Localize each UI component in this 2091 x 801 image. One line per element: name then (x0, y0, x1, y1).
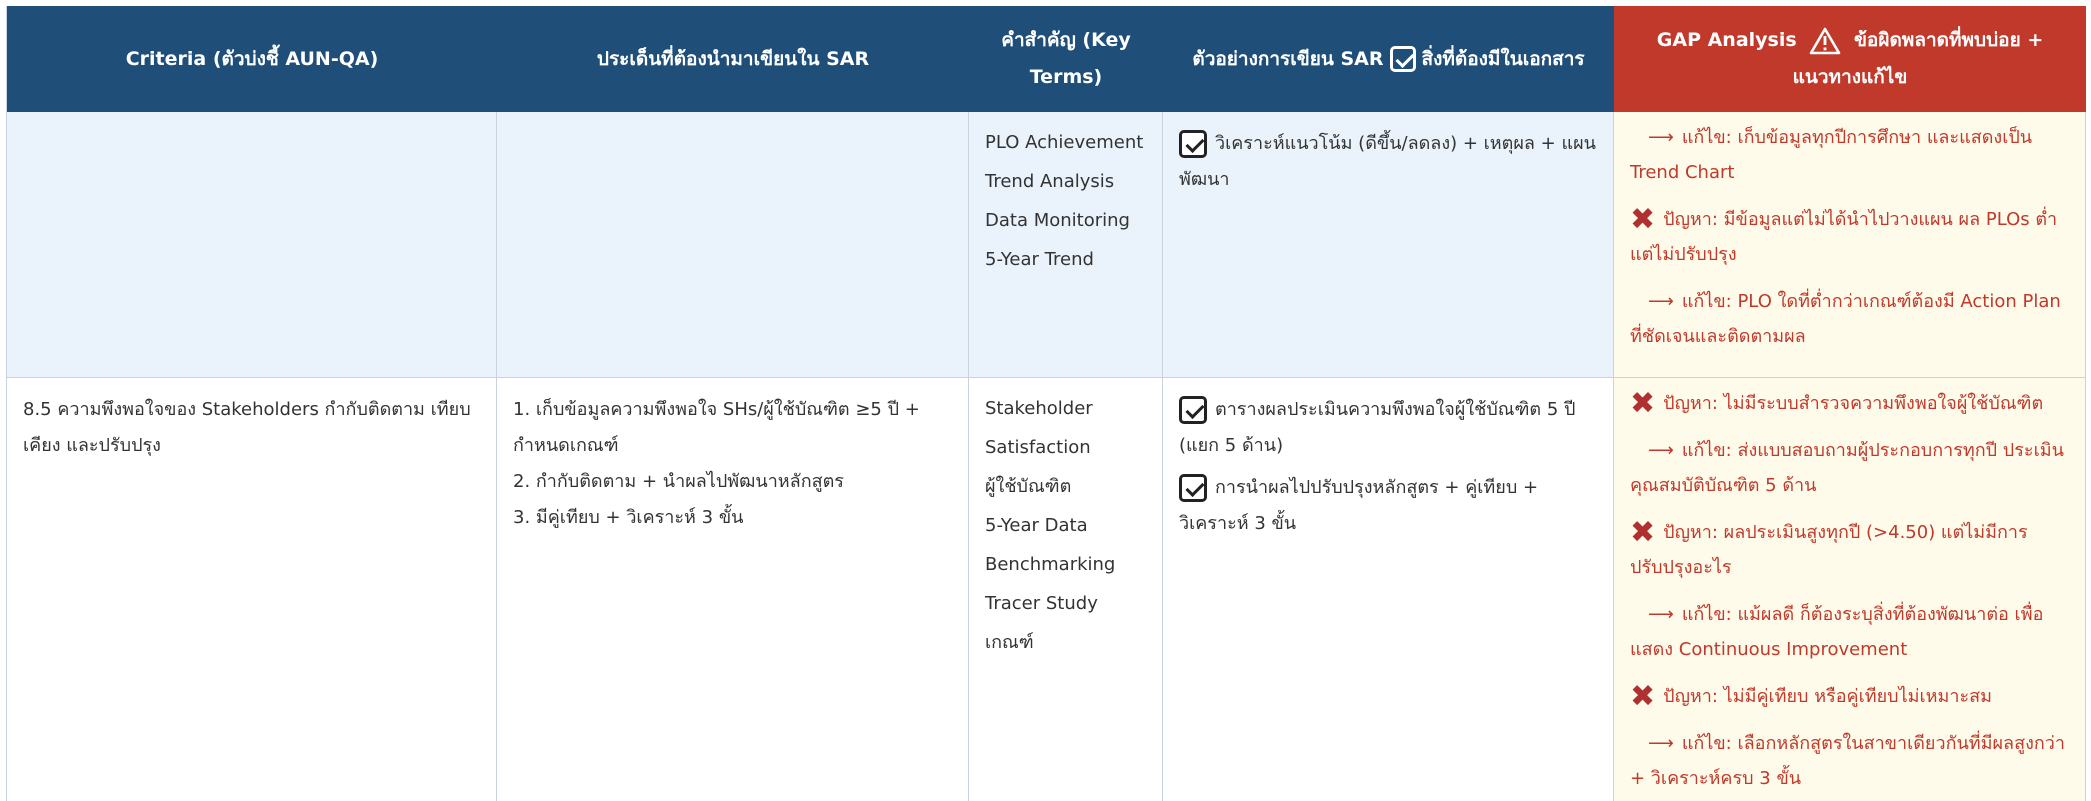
header-key-terms-label: คำสำคัญ (Key Terms) (1001, 29, 1131, 88)
gap-cell: ✖ ปัญหา: ไม่มีระบบสำรวจความพึงพอใจผู้ใช้บ… (1614, 378, 2086, 801)
key-terms-cell: PLO Achievement Trend Analysis Data Moni… (969, 112, 1163, 378)
criteria-text: 8.5 ความพึงพอใจของ Stakeholders กำกับติด… (23, 399, 471, 456)
example-item: การนำผลไปปรับปรุงหลักสูตร + คู่เทียบ + ว… (1179, 470, 1597, 542)
header-key-terms: คำสำคัญ (Key Terms) (969, 6, 1163, 112)
checkbox-check-icon (1179, 130, 1207, 158)
header-sar-points: ประเด็นที่ต้องนำมาเขียนใน SAR (497, 6, 969, 112)
header-required-docs-label: สิ่งที่ต้องมีในเอกสาร (1421, 47, 1585, 70)
cross-icon: ✖ (1630, 202, 1656, 237)
gap-fix: ⟶ แก้ไข: เลือกหลักสูตรในสาขาเดียวกันที่มี… (1630, 726, 2067, 796)
sar-gap-table: Criteria (ตัวบ่งชี้ AUN-QA) ประเด็นที่ต้… (6, 6, 2086, 801)
key-term: 5-Year Data (985, 515, 1088, 536)
gap-fix: ⟶ แก้ไข: PLO ใดที่ต่ำกว่าเกณฑ์ต้องมี Acti… (1630, 284, 2067, 354)
sar-example-cell: วิเคราะห์แนวโน้ม (ดีขึ้น/ลดลง) + เหตุผล … (1163, 112, 1614, 378)
sar-example-cell: ตารางผลประเมินความพึงพอใจผู้ใช้บัณฑิต 5 … (1163, 378, 1614, 801)
table-row: 8.5 ความพึงพอใจของ Stakeholders กำกับติด… (7, 378, 2086, 801)
example-text: การนำผลไปปรับปรุงหลักสูตร + คู่เทียบ + ว… (1179, 477, 1539, 534)
point-item: 3. มีคู่เทียบ + วิเคราะห์ 3 ขั้น (513, 507, 744, 528)
key-terms-cell: Stakeholder Satisfaction ผู้ใช้บัณฑิต 5-… (969, 378, 1163, 801)
gap-text: ปัญหา: มีข้อมูลแต่ไม่ได้นำไปวางแผน ผล PL… (1630, 209, 2058, 265)
header-gap-label: GAP Analysis (1656, 29, 1797, 51)
gap-text: แก้ไข: เก็บข้อมูลทุกปีการศึกษา และแสดงเป… (1630, 127, 2033, 183)
header-sar-example: ตัวอย่างการเขียน SAR สิ่งที่ต้องมีในเอกส… (1163, 6, 1614, 112)
gap-text: ปัญหา: ไม่มีระบบสำรวจความพึงพอใจผู้ใช้บั… (1663, 393, 2044, 414)
example-text: วิเคราะห์แนวโน้ม (ดีขึ้น/ลดลง) + เหตุผล … (1179, 133, 1596, 190)
arrow-right-icon: ⟶ (1648, 291, 1674, 312)
checkbox-check-icon (1389, 46, 1416, 72)
header-criteria: Criteria (ตัวบ่งชี้ AUN-QA) (7, 6, 497, 112)
checkbox-check-icon (1179, 474, 1207, 502)
key-term: เกณฑ์ (985, 632, 1034, 653)
example-item: ตารางผลประเมินความพึงพอใจผู้ใช้บัณฑิต 5 … (1179, 392, 1597, 464)
point-item: 2. กำกับติดตาม + นำผลไปพัฒนาหลักสูตร (513, 471, 844, 492)
key-term: Trend Analysis (985, 171, 1115, 192)
example-text: ตารางผลประเมินความพึงพอใจผู้ใช้บัณฑิต 5 … (1179, 399, 1576, 456)
key-term: Tracer Study (985, 593, 1098, 614)
gap-text: แก้ไข: PLO ใดที่ต่ำกว่าเกณฑ์ต้องมี Actio… (1630, 291, 2061, 347)
gap-text: แก้ไข: เลือกหลักสูตรในสาขาเดียวกันที่มีผ… (1630, 733, 2065, 789)
points-cell (497, 112, 969, 378)
gap-problem: ✖ ปัญหา: ไม่มีระบบสำรวจความพึงพอใจผู้ใช้บ… (1630, 386, 2067, 421)
key-term: ผู้ใช้บัณฑิต (985, 476, 1072, 497)
table-row: PLO Achievement Trend Analysis Data Moni… (7, 112, 2086, 378)
gap-text: แก้ไข: แม้ผลดี ก็ต้องระบุสิ่งที่ต้องพัฒน… (1630, 604, 2044, 660)
key-term: Stakeholder (985, 398, 1093, 419)
gap-problem: ✖ ปัญหา: มีข้อมูลแต่ไม่ได้นำไปวางแผน ผล P… (1630, 202, 2067, 272)
arrow-right-icon: ⟶ (1648, 127, 1674, 148)
key-term: 5-Year Trend (985, 249, 1094, 270)
gap-fix: ⟶ แก้ไข: เก็บข้อมูลทุกปีการศึกษา และแสดงเ… (1630, 120, 2067, 190)
gap-cell: ⟶ แก้ไข: เก็บข้อมูลทุกปีการศึกษา และแสดงเ… (1614, 112, 2086, 378)
key-term: PLO Achievement (985, 132, 1144, 153)
arrow-right-icon: ⟶ (1648, 733, 1674, 754)
example-item: วิเคราะห์แนวโน้ม (ดีขึ้น/ลดลง) + เหตุผล … (1179, 126, 1597, 198)
gap-text: ปัญหา: ผลประเมินสูงทุกปี (>4.50) แต่ไม่ม… (1630, 522, 2028, 578)
header-gap-analysis: GAP Analysis ข้อผิดพลาดที่พบบ่อย + แนวทา… (1614, 6, 2086, 112)
header-sar-example-label: ตัวอย่างการเขียน SAR (1192, 47, 1384, 70)
header-sar-points-label: ประเด็นที่ต้องนำมาเขียนใน SAR (596, 47, 870, 70)
key-term: Satisfaction (985, 437, 1091, 458)
gap-text: แก้ไข: ส่งแบบสอบถามผู้ประกอบการทุกปี ประ… (1630, 440, 2064, 496)
key-term: Benchmarking (985, 554, 1116, 575)
gap-problem: ✖ ปัญหา: ผลประเมินสูงทุกปี (>4.50) แต่ไม่… (1630, 515, 2067, 585)
cross-icon: ✖ (1630, 515, 1656, 550)
gap-text: ปัญหา: ไม่มีคู่เทียบ หรือคู่เทียบไม่เหมา… (1663, 686, 1993, 707)
key-term: Data Monitoring (985, 210, 1130, 231)
criteria-text (7, 112, 496, 126)
arrow-right-icon: ⟶ (1648, 440, 1674, 461)
points-cell: 1. เก็บข้อมูลความพึงพอใจ SHs/ผู้ใช้บัณฑิ… (497, 378, 969, 801)
table-header: Criteria (ตัวบ่งชี้ AUN-QA) ประเด็นที่ต้… (7, 6, 2086, 112)
gap-fix: ⟶ แก้ไข: ส่งแบบสอบถามผู้ประกอบการทุกปี ปร… (1630, 433, 2067, 503)
warning-icon (1810, 27, 1841, 54)
criteria-cell: 8.5 ความพึงพอใจของ Stakeholders กำกับติด… (7, 378, 497, 801)
arrow-right-icon: ⟶ (1648, 604, 1674, 625)
criteria-cell (7, 112, 497, 378)
gap-problem: ✖ ปัญหา: ไม่มีคู่เทียบ หรือคู่เทียบไม่เหม… (1630, 679, 2067, 714)
checkbox-check-icon (1179, 396, 1207, 424)
cross-icon: ✖ (1630, 386, 1656, 421)
cross-icon: ✖ (1630, 679, 1656, 714)
point-item: 1. เก็บข้อมูลความพึงพอใจ SHs/ผู้ใช้บัณฑิ… (513, 399, 920, 456)
header-criteria-label: Criteria (ตัวบ่งชี้ AUN-QA) (125, 47, 379, 70)
gap-fix: ⟶ แก้ไข: แม้ผลดี ก็ต้องระบุสิ่งที่ต้องพัฒ… (1630, 597, 2067, 667)
